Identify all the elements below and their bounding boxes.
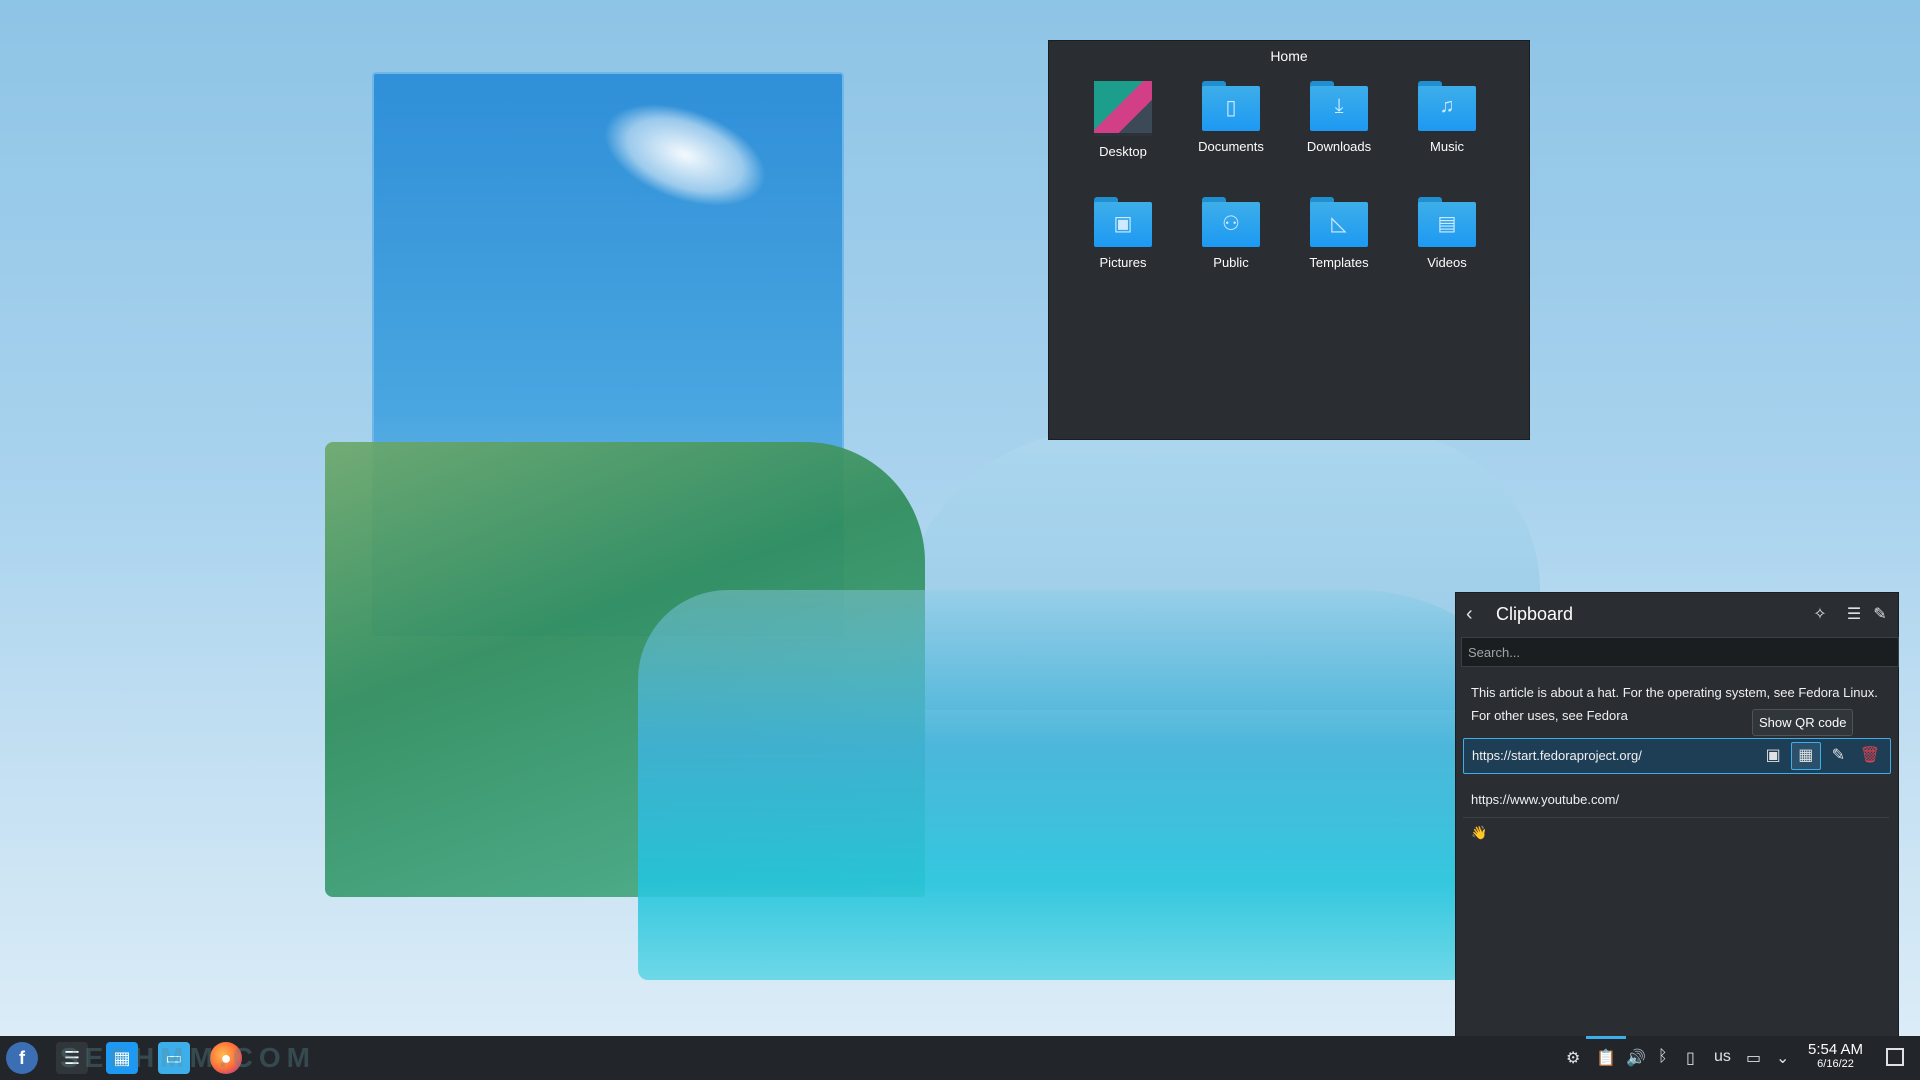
clear-history-icon[interactable]: ✧ (1808, 603, 1832, 627)
folder-label: Pictures (1099, 255, 1147, 270)
folder-label: Videos (1427, 255, 1467, 270)
home-folder-popup: Home Desktop ▯ Documents ⤓ Downloads ♫ M… (1048, 40, 1530, 440)
search-input[interactable] (1461, 637, 1899, 667)
application-launcher-icon[interactable]: f (6, 1042, 38, 1074)
active-indicator (1586, 1036, 1626, 1039)
clock-date: 6/16/22 (1817, 1058, 1854, 1070)
watermark: SEEHMM.COM (60, 1042, 316, 1073)
clipboard-entry-selected[interactable]: https://start.fedoraproject.org/ ▣ ▦ ✎ 🗑 (1463, 738, 1891, 774)
pin-icon[interactable]: ✎ (1868, 603, 1892, 627)
invoke-action-icon[interactable]: ▣ (1759, 739, 1787, 773)
entry-text: 👋 (1471, 825, 1488, 840)
entry-actions: ▣ ▦ ✎ 🗑 (1759, 739, 1884, 773)
folder-item-videos[interactable]: ▤ Videos (1397, 197, 1497, 270)
kde-connect-icon[interactable]: ⚙ (1566, 1048, 1580, 1068)
volume-icon[interactable]: 🔊 (1626, 1048, 1646, 1068)
qr-code-icon[interactable]: ▦ (1790, 742, 1821, 770)
clipboard-entry[interactable]: 👋 (1463, 825, 1907, 855)
chevron-up-icon[interactable]: ⌄ (1776, 1048, 1789, 1068)
popup-title: Home (1270, 48, 1308, 64)
network-icon[interactable]: ▭ (1746, 1048, 1761, 1068)
folder-label: Documents (1198, 139, 1264, 154)
back-arrow-icon[interactable]: ‹ (1466, 603, 1473, 626)
tooltip: Show QR code (1752, 709, 1854, 736)
delete-icon[interactable]: 🗑 (1856, 739, 1884, 773)
music-folder-icon: ♫ (1418, 81, 1476, 131)
folder-label: Downloads (1306, 139, 1372, 154)
clipboard-icon[interactable]: 📋 (1596, 1048, 1616, 1068)
folder-item-public[interactable]: ⚇ Public (1181, 197, 1281, 270)
folder-item-desktop[interactable]: Desktop (1073, 81, 1173, 159)
public-folder-icon: ⚇ (1202, 197, 1260, 247)
battery-icon[interactable]: ▯ (1686, 1048, 1695, 1068)
videos-folder-icon: ▤ (1418, 197, 1476, 247)
entry-text: https://start.fedoraproject.org/ (1472, 748, 1642, 763)
bluetooth-icon[interactable]: ᛒ (1658, 1048, 1668, 1066)
folder-item-downloads[interactable]: ⤓ Downloads (1289, 81, 1389, 154)
wallpaper-cyan-wave (638, 590, 1558, 980)
templates-folder-icon: ◺ (1310, 197, 1368, 247)
folder-label: Public (1213, 255, 1249, 270)
documents-folder-icon: ▯ (1202, 81, 1260, 131)
configure-icon[interactable]: ☰ (1842, 603, 1866, 627)
folder-label: Music (1430, 139, 1464, 154)
keyboard-layout[interactable]: us (1714, 1048, 1731, 1066)
folder-item-documents[interactable]: ▯ Documents (1181, 81, 1281, 154)
folder-label: Desktop (1099, 144, 1147, 159)
folder-label: Templates (1309, 255, 1369, 270)
folder-item-music[interactable]: ♫ Music (1397, 81, 1497, 154)
pictures-folder-icon: ▣ (1094, 197, 1152, 247)
clipboard-popup: ‹ Clipboard ✧ ☰ ✎ This article is about … (1455, 592, 1899, 1038)
edit-icon[interactable]: ✎ (1824, 739, 1852, 773)
folder-item-templates[interactable]: ◺ Templates (1289, 197, 1389, 270)
clipboard-title: Clipboard (1496, 604, 1574, 624)
clipboard-header: ‹ Clipboard ✧ ☰ ✎ (1456, 593, 1898, 635)
entry-text: https://www.youtube.com/ (1471, 792, 1620, 807)
downloads-folder-icon: ⤓ (1310, 81, 1368, 131)
desktop-folder-icon (1094, 81, 1152, 136)
clock[interactable]: 5:54 AM 6/16/22 (1808, 1041, 1863, 1070)
clock-time: 5:54 AM (1808, 1041, 1864, 1058)
taskbar: f ☰ ▦ ▭ ● SEEHMM.COM ⚙ 📋 🔊 ᛒ ▯ us ▭ ⌄ 5:… (0, 1036, 1920, 1080)
folder-item-pictures[interactable]: ▣ Pictures (1073, 197, 1173, 270)
clipboard-entry[interactable]: https://www.youtube.com/ (1463, 783, 1889, 818)
show-desktop-icon[interactable] (1886, 1048, 1904, 1066)
